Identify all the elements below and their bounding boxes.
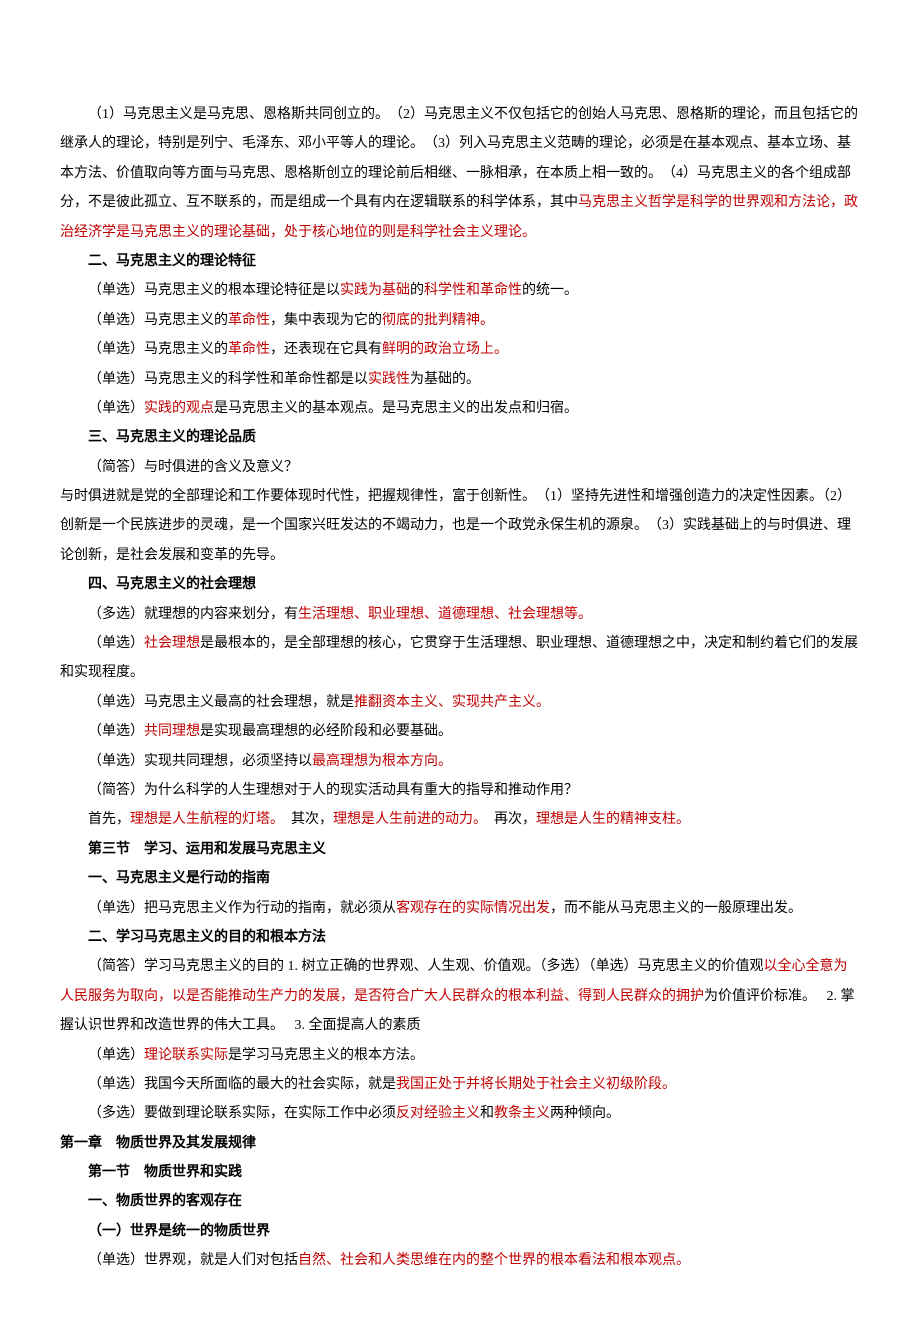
text-highlight: 生活理想、职业理想、道德理想、社会理想等。 [298,607,592,622]
heading-sub-existence: 一、物质世界的客观存在 [60,1187,860,1216]
text: （单选）马克思主义的 [88,313,228,328]
para-components: （1）马克思主义是马克思、恩格斯共同创立的。 （2）马克思主义不仅包括它的创始人… [60,100,860,247]
para-question-1: （简答）与时俱进的含义及意义？ [60,453,860,482]
para-feature-5: （单选）实践的观点是马克思主义的基本观点。是马克思主义的出发点和归宿。 [60,394,860,423]
para-feature-3: （单选）马克思主义的革命性，还表现在它具有鲜明的政治立场上。 [60,335,860,364]
text: （多选）要做到理论联系实际，在实际工作中必须 [88,1106,396,1121]
text: （单选） [88,1048,144,1063]
text-highlight: 鲜明的政治立场上。 [382,342,508,357]
text: 首先， [88,812,130,827]
heading-sub-world: （一）世界是统一的物质世界 [60,1217,860,1246]
para-ideal-3: （单选）马克思主义最高的社会理想，就是推翻资本主义、实现共产主义。 [60,688,860,717]
text-highlight: 共同理想 [144,724,200,739]
para-ideal-1: （多选）就理想的内容来划分，有生活理想、职业理想、道德理想、社会理想等。 [60,600,860,629]
para-question-2: （简答）为什么科学的人生理想对于人的现实活动具有重大的指导和推动作用？ [60,776,860,805]
text-highlight: 推翻资本主义、实现共产主义。 [354,695,550,710]
para-feature-4: （单选）马克思主义的科学性和革命性都是以实践性为基础的。 [60,365,860,394]
text: （单选）马克思主义的根本理论特征是以 [88,283,340,298]
text: 再次， [480,812,536,827]
heading-sub-2: 二、学习马克思主义的目的和根本方法 [60,923,860,952]
text: （简答）学习马克思主义的目的 1. 树立正确的世界观、人生观、价值观。（多选）（… [88,959,764,974]
text-highlight: 理想是人生前进的动力。 [333,812,480,827]
para-ideal-2: （单选）社会理想是最根本的，是全部理想的核心，它贯穿于生活理想、职业理想、道德理… [60,629,860,688]
text: （单选）马克思主义的科学性和革命性都是以 [88,372,368,387]
para-feature-2: （单选）马克思主义的革命性，集中表现为它的彻底的批判精神。 [60,306,860,335]
text: （单选） [88,401,144,416]
text: （单选）我国今天所面临的最大的社会实际，就是 [88,1077,396,1092]
text: ，还表现在它具有 [270,342,382,357]
text: 是学习马克思主义的根本方法。 [228,1048,424,1063]
heading-node-1: 第一节 物质世界和实践 [60,1158,860,1187]
text: 和 [480,1106,494,1121]
text-highlight: 客观存在的实际情况出发 [396,901,550,916]
para-method-3: （多选）要做到理论联系实际，在实际工作中必须反对经验主义和教条主义两种倾向。 [60,1099,860,1128]
text: 的统一。 [522,283,578,298]
heading-section-4: 四、马克思主义的社会理想 [60,570,860,599]
heading-section-node-3: 第三节 学习、运用和发展马克思主义 [60,835,860,864]
heading-section-3: 三、马克思主义的理论品质 [60,423,860,452]
para-method-2: （单选）我国今天所面临的最大的社会实际，就是我国正处于并将长期处于社会主义初级阶… [60,1070,860,1099]
text: （多选）就理想的内容来划分，有 [88,607,298,622]
heading-section-2: 二、马克思主义的理论特征 [60,247,860,276]
para-method-1: （单选）理论联系实际是学习马克思主义的根本方法。 [60,1041,860,1070]
text: ，而不能从马克思主义的一般原理出发。 [550,901,802,916]
para-ideal-4: （单选）共同理想是实现最高理想的必经阶段和必要基础。 [60,717,860,746]
para-feature-1: （单选）马克思主义的根本理论特征是以实践为基础的科学性和革命性的统一。 [60,276,860,305]
text: （单选）世界观，就是人们对包括 [88,1253,298,1268]
text-highlight: 反对经验主义 [396,1106,480,1121]
text-highlight: 理想是人生航程的灯塔。 [130,812,277,827]
heading-chapter-1: 第一章 物质世界及其发展规律 [60,1129,860,1158]
text-highlight: 最高理想为根本方向。 [312,754,452,769]
text: 为基础的。 [410,372,480,387]
heading-sub-1: 一、马克思主义是行动的指南 [60,864,860,893]
text-highlight: 实践的观点 [144,401,214,416]
text-highlight: 革命性 [228,342,270,357]
text-highlight: 我国正处于并将长期处于社会主义初级阶段。 [396,1077,676,1092]
text-highlight: 科学性和革命性 [424,283,522,298]
text: （单选）马克思主义的 [88,342,228,357]
para-ideal-5: （单选）实现共同理想，必须坚持以最高理想为根本方向。 [60,747,860,776]
para-worldview: （单选）世界观，就是人们对包括自然、社会和人类思维在内的整个世界的根本看法和根本… [60,1246,860,1275]
text: （单选） [88,636,144,651]
text: 是马克思主义的基本观点。是马克思主义的出发点和归宿。 [214,401,578,416]
para-answer-1: 与时俱进就是党的全部理论和工作要体现时代性，把握规律性，富于创新性。 （1）坚持… [60,482,860,570]
text-highlight: 社会理想 [144,636,200,651]
text-highlight: 理论联系实际 [144,1048,228,1063]
para-answer-2: 首先，理想是人生航程的灯塔。 其次，理想是人生前进的动力。 再次，理想是人生的精… [60,805,860,834]
text: 其次， [277,812,333,827]
text-highlight: 自然、社会和人类思维在内的整个世界的根本看法和根本观点。 [298,1253,690,1268]
text: （单选）实现共同理想，必须坚持以 [88,754,312,769]
text: （单选）马克思主义最高的社会理想，就是 [88,695,354,710]
text-highlight: 实践为基础 [340,283,410,298]
para-purpose: （简答）学习马克思主义的目的 1. 树立正确的世界观、人生观、价值观。（多选）（… [60,952,860,1040]
text-highlight: 理想是人生的精神支柱。 [536,812,690,827]
text: （单选）把马克思主义作为行动的指南，就必须从 [88,901,396,916]
text-highlight: 革命性 [228,313,270,328]
text: （单选） [88,724,144,739]
text-highlight: 实践性 [368,372,410,387]
text-highlight: 彻底的批判精神。 [382,313,494,328]
text: ，集中表现为它的 [270,313,382,328]
text: 是实现最高理想的必经阶段和必要基础。 [200,724,452,739]
text: 的 [410,283,424,298]
para-guide: （单选）把马克思主义作为行动的指南，就必须从客观存在的实际情况出发，而不能从马克… [60,894,860,923]
text: 两种倾向。 [550,1106,620,1121]
text-highlight: 教条主义 [494,1106,550,1121]
